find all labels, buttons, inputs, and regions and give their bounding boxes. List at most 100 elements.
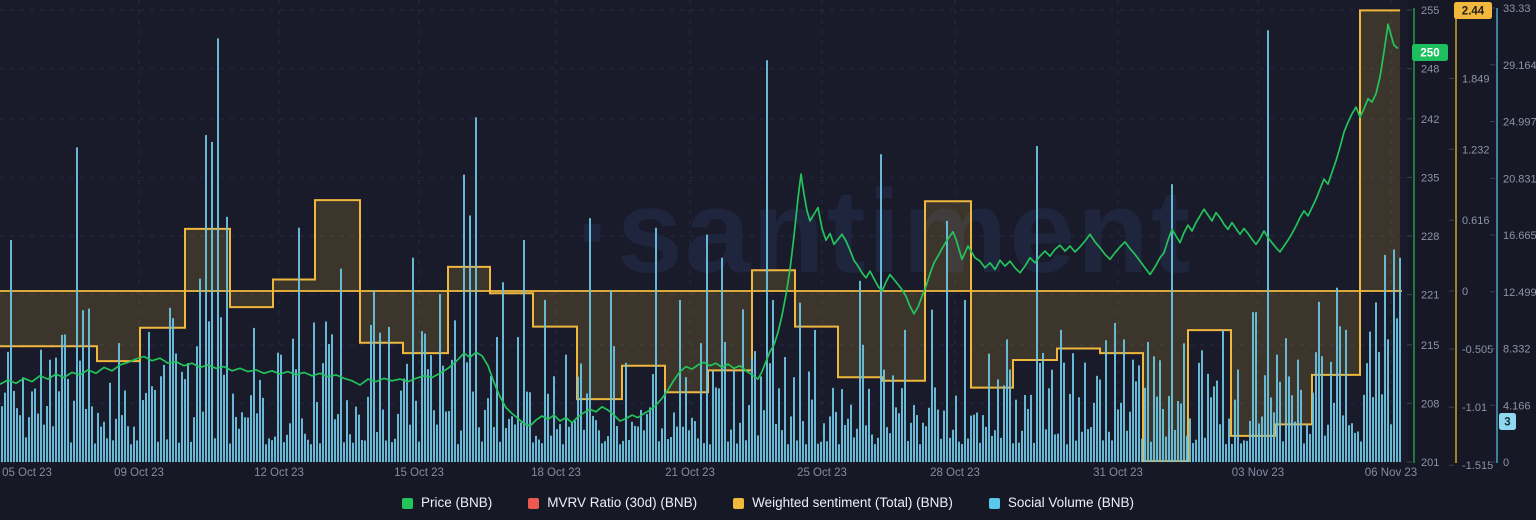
volume-bar — [94, 443, 96, 462]
volume-bar — [799, 303, 801, 462]
volume-bar — [616, 426, 618, 462]
volume-bar — [1390, 424, 1392, 462]
axis-tick-label: 0 — [1503, 457, 1509, 469]
volume-bar — [1180, 404, 1182, 462]
volume-bar — [397, 414, 399, 462]
axis-tick-label: 255 — [1421, 5, 1439, 17]
volume-bar — [793, 377, 795, 462]
volume-bar — [991, 436, 993, 462]
volume-bar — [229, 444, 231, 462]
volume-bar — [409, 425, 411, 462]
volume-bar — [178, 443, 180, 462]
volume-bar — [1264, 375, 1266, 462]
legend-item[interactable]: MVRV Ratio (30d) (BNB) — [528, 496, 697, 510]
volume-bar — [955, 396, 957, 462]
volume-bar — [256, 413, 258, 462]
volume-bar — [1168, 396, 1170, 462]
volume-bar — [484, 410, 486, 462]
volume-bar — [1315, 352, 1317, 462]
volume-bar — [433, 410, 435, 462]
volume-bar — [64, 334, 66, 462]
volume-bar — [1279, 382, 1281, 462]
volume-bar — [520, 423, 522, 462]
volume-bar — [847, 419, 849, 462]
volume-bar — [1333, 403, 1335, 462]
volume-bar — [1192, 443, 1194, 462]
volume-bar — [1141, 439, 1143, 462]
volume-bar — [1117, 409, 1119, 462]
volume-bar — [853, 437, 855, 462]
volume-bar — [580, 364, 582, 462]
volume-bar — [1285, 338, 1287, 462]
volume-bar — [1198, 363, 1200, 462]
chart-container: ·santiment 255248242235228221215208201 1… — [0, 0, 1536, 520]
volume-bar — [130, 444, 132, 462]
sentiment-area — [795, 291, 838, 327]
volume-bar — [1399, 258, 1401, 462]
volume-bar — [715, 387, 717, 462]
volume-bar — [688, 430, 690, 462]
volume-bar — [91, 406, 93, 462]
volume-bar — [928, 408, 930, 462]
volume-bar — [1012, 443, 1014, 462]
volume-bar — [325, 322, 327, 462]
volume-bar — [316, 402, 318, 462]
axis-tick-label: 0.616 — [1462, 215, 1490, 227]
volume-bar — [610, 290, 612, 462]
volume-bar — [1216, 381, 1218, 462]
volume-bar — [277, 353, 279, 462]
volume-bar — [1294, 422, 1296, 462]
volume-bar — [490, 376, 492, 462]
volume-bar — [973, 415, 975, 462]
volume-bar — [481, 442, 483, 462]
volume-bar — [1246, 441, 1248, 462]
volume-bar — [721, 258, 723, 462]
volume-bar — [829, 416, 831, 462]
volume-bar — [49, 360, 51, 462]
volume-bar — [934, 387, 936, 462]
volume-bar — [529, 392, 531, 462]
volume-bar — [310, 444, 312, 462]
volume-bar — [169, 308, 171, 462]
volume-bar — [1162, 409, 1164, 462]
volume-bar — [535, 436, 537, 462]
volume-bar — [874, 444, 876, 462]
volume-bar — [1249, 421, 1251, 462]
volume-bar — [100, 427, 102, 462]
legend-item-label: Social Volume (BNB) — [1008, 496, 1134, 510]
volume-bar — [133, 427, 135, 462]
volume-bar — [238, 429, 240, 462]
volume-bar — [979, 443, 981, 462]
volume-bar — [19, 415, 21, 462]
volume-bar — [145, 393, 147, 462]
volume-bar — [265, 444, 267, 462]
legend-item[interactable]: Weighted sentiment (Total) (BNB) — [733, 496, 953, 510]
volume-bar — [109, 383, 111, 462]
sentiment-area — [622, 291, 665, 366]
volume-bar — [802, 421, 804, 462]
volume-bar — [1093, 403, 1095, 462]
volume-bar — [1135, 381, 1137, 462]
date-label: 05 Oct 23 — [2, 467, 52, 479]
volume-bar — [1, 406, 3, 462]
volume-bar — [679, 300, 681, 462]
volume-bar — [457, 444, 459, 462]
volume-bar — [184, 379, 186, 462]
volume-bar — [1354, 433, 1356, 462]
volume-bar — [352, 443, 354, 462]
volume-bar — [487, 398, 489, 462]
volume-bar — [976, 413, 978, 462]
axis-tick-label: 24.997 — [1503, 117, 1536, 129]
volume-bar — [187, 363, 189, 462]
volume-bar — [1027, 409, 1029, 462]
volume-bar — [430, 355, 432, 462]
volume-bar — [661, 428, 663, 462]
volume-bar — [148, 332, 150, 462]
legend-item[interactable]: Price (BNB) — [402, 496, 492, 510]
volume-bar — [724, 342, 726, 462]
volume-bar — [997, 379, 999, 462]
volume-bar — [4, 393, 6, 462]
volume-bar — [1189, 418, 1191, 462]
volume-bar — [226, 217, 228, 462]
legend-item[interactable]: Social Volume (BNB) — [989, 496, 1134, 510]
